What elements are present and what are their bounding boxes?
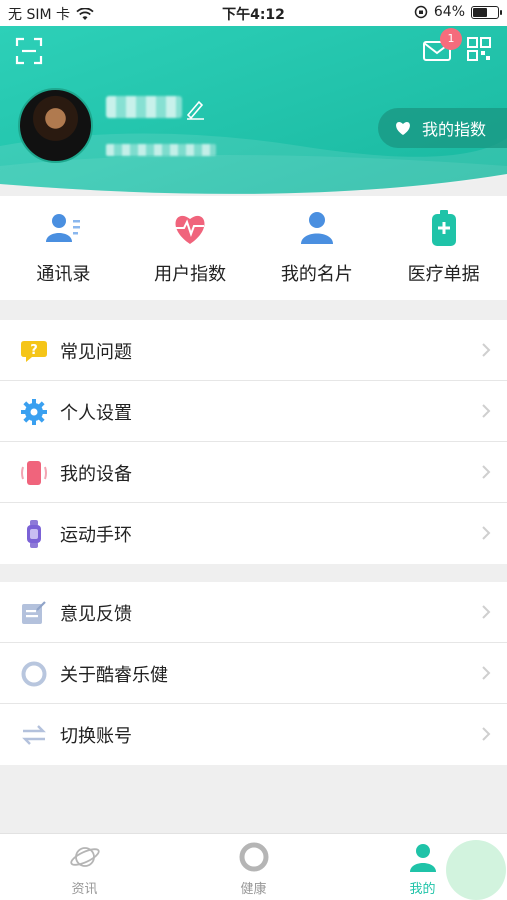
planet-icon <box>69 847 100 867</box>
health-ring-icon <box>239 842 268 872</box>
tab-bar: 资讯 健康 我的 <box>0 833 507 900</box>
contacts-icon <box>46 214 81 242</box>
menu-item-label: 切换账号 <box>60 726 132 747</box>
menu-item-my-devices[interactable]: 我的设备 <box>0 442 507 503</box>
user-id-redacted <box>106 144 216 156</box>
chevron-right-icon <box>482 343 491 357</box>
status-right: 64% <box>414 4 502 20</box>
user-name-redacted <box>106 96 182 118</box>
menu-item-personal-settings[interactable]: 个人设置 <box>0 381 507 442</box>
assistive-touch-button[interactable] <box>446 840 506 900</box>
faq-icon: ? <box>21 341 47 362</box>
chevron-right-icon <box>482 465 491 479</box>
tab-label: 资讯 <box>71 882 98 897</box>
chevron-right-icon <box>482 404 491 418</box>
menu-item-wristband[interactable]: 运动手环 <box>0 503 507 564</box>
switch-account-icon <box>22 725 46 745</box>
quick-action-medical-records[interactable]: 医疗单据 <box>380 196 507 300</box>
scan-icon[interactable] <box>14 36 44 66</box>
orientation-lock-icon <box>414 5 428 19</box>
about-ring-icon <box>21 661 47 687</box>
tab-health[interactable]: 健康 <box>169 834 338 900</box>
battery-percent: 64% <box>433 4 465 20</box>
status-bar: 无 SIM 卡 下午4:12 64% <box>0 0 507 26</box>
quick-action-user-index[interactable]: 用户指数 <box>127 196 254 300</box>
quick-action-my-card[interactable]: 我的名片 <box>254 196 381 300</box>
menu-group-1: ? 常见问题 个人设置 我的设备 运动手环 <box>0 320 507 564</box>
quick-action-label: 医疗单据 <box>407 264 480 285</box>
battery-fill <box>473 7 487 17</box>
heart-rate-icon <box>175 215 205 244</box>
user-icon <box>409 844 436 872</box>
menu-item-label: 意见反馈 <box>60 604 132 625</box>
tab-label: 我的 <box>409 882 436 897</box>
medical-record-icon <box>431 210 456 246</box>
profile-header: 1 我的指数 <box>0 26 507 196</box>
wristband-icon <box>27 520 41 548</box>
quick-action-label: 用户指数 <box>154 264 227 285</box>
heart-icon <box>396 122 410 135</box>
my-index-button[interactable]: 我的指数 <box>378 108 507 148</box>
menu-item-switch-account[interactable]: 切换账号 <box>0 704 507 765</box>
qr-code-icon[interactable] <box>466 36 492 62</box>
menu-group-2: 意见反馈 关于酷睿乐健 切换账号 <box>0 582 507 765</box>
tab-label: 健康 <box>240 882 267 897</box>
tab-news[interactable]: 资讯 <box>0 834 169 900</box>
edit-icon[interactable] <box>184 98 206 120</box>
mail-badge: 1 <box>440 28 462 50</box>
quick-action-label: 通讯录 <box>36 264 91 285</box>
quick-action-contacts[interactable]: 通讯录 <box>0 196 127 300</box>
chevron-right-icon <box>482 526 491 540</box>
svg-text:?: ? <box>30 343 38 358</box>
settings-gear-icon <box>21 399 47 425</box>
menu-item-label: 关于酷睿乐健 <box>60 665 168 686</box>
chevron-right-icon <box>482 605 491 619</box>
quick-action-label: 我的名片 <box>280 264 353 285</box>
menu-item-feedback[interactable]: 意见反馈 <box>0 582 507 643</box>
avatar[interactable] <box>18 88 93 163</box>
menu-item-label: 个人设置 <box>60 403 132 424</box>
feedback-icon <box>22 601 46 624</box>
chevron-right-icon <box>482 727 491 741</box>
menu-item-label: 常见问题 <box>60 342 132 363</box>
device-icon <box>21 461 47 485</box>
battery-icon <box>471 5 502 19</box>
quick-actions: 通讯录 用户指数 我的名片 医疗单据 <box>0 196 507 300</box>
my-index-label: 我的指数 <box>422 120 487 139</box>
chevron-right-icon <box>482 666 491 680</box>
menu-item-about[interactable]: 关于酷睿乐健 <box>0 643 507 704</box>
profile-card-icon <box>300 212 333 244</box>
menu-item-faq[interactable]: ? 常见问题 <box>0 320 507 381</box>
menu-item-label: 运动手环 <box>60 525 132 546</box>
menu-item-label: 我的设备 <box>60 464 132 485</box>
